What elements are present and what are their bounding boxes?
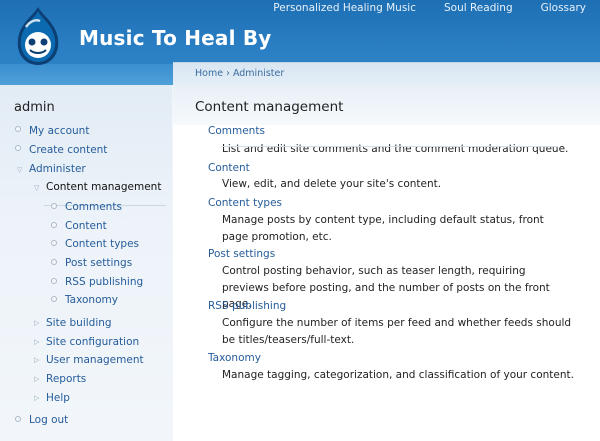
collapsed-arrow-icon: ▷ bbox=[34, 319, 40, 327]
sidebar-item-content-management[interactable]: Content management bbox=[46, 180, 161, 198]
admin-item-comments-link[interactable]: Comments bbox=[208, 125, 265, 137]
bullet-icon bbox=[15, 145, 21, 151]
sidebar-item-rss-publishing[interactable]: RSS publishing bbox=[65, 275, 143, 293]
divider bbox=[222, 146, 558, 147]
sidebar-item-administer[interactable]: Administer bbox=[29, 162, 86, 180]
sidebar-item-site-configuration[interactable]: Site configuration bbox=[46, 335, 139, 353]
bullet-icon bbox=[51, 203, 57, 209]
bullet-icon bbox=[51, 240, 57, 246]
sidebar-item-content[interactable]: Content bbox=[65, 219, 107, 237]
sidebar-item-comments[interactable]: Comments bbox=[65, 200, 122, 218]
admin-item-content-types-desc: Manage posts by content type, including … bbox=[222, 214, 544, 243]
sidebar-title: admin bbox=[14, 100, 55, 115]
primary-link-soul-reading[interactable]: Soul Reading bbox=[430, 2, 527, 18]
sidebar-item-create-content[interactable]: Create content bbox=[29, 143, 107, 161]
sidebar-item-my-account[interactable]: My account bbox=[29, 124, 89, 142]
expanded-arrow-icon: ▽ bbox=[34, 184, 40, 192]
admin-item-post-settings-link[interactable]: Post settings bbox=[208, 248, 275, 260]
bullet-icon bbox=[51, 222, 57, 228]
admin-item-taxonomy-desc: Manage tagging, categorization, and clas… bbox=[222, 369, 574, 381]
admin-item-comments-desc: List and edit site comments and the comm… bbox=[222, 143, 569, 155]
sidebar-item-content-types[interactable]: Content types bbox=[65, 237, 139, 255]
sidebar-item-help[interactable]: Help bbox=[46, 391, 70, 409]
admin-item-taxonomy-link[interactable]: Taxonomy bbox=[208, 352, 261, 364]
site-name[interactable]: Music To Heal By bbox=[79, 26, 272, 50]
bullet-icon bbox=[51, 278, 57, 284]
primary-link-personalized-healing-music[interactable]: Personalized Healing Music bbox=[259, 2, 430, 18]
bullet-icon bbox=[51, 259, 57, 265]
bullet-icon bbox=[15, 416, 21, 422]
expanded-arrow-icon: ▽ bbox=[17, 166, 23, 174]
admin-item-content-link[interactable]: Content bbox=[208, 162, 250, 174]
primary-link-glossary[interactable]: Glossary bbox=[527, 2, 600, 18]
breadcrumb-separator: › bbox=[226, 68, 230, 79]
admin-item-content-types-link[interactable]: Content types bbox=[208, 197, 282, 209]
breadcrumb-administer[interactable]: Administer bbox=[233, 68, 284, 79]
admin-item-rss-publishing-desc: Configure the number of items per feed a… bbox=[222, 317, 572, 346]
breadcrumb-bar: Home › Administer bbox=[173, 62, 600, 85]
admin-item-content-desc: View, edit, and delete your site's conte… bbox=[222, 178, 442, 190]
bullet-icon bbox=[15, 126, 21, 132]
drupal-logo-icon[interactable] bbox=[12, 5, 64, 67]
collapsed-arrow-icon: ▷ bbox=[34, 356, 40, 364]
collapsed-arrow-icon: ▷ bbox=[34, 394, 40, 402]
bullet-icon bbox=[51, 296, 57, 302]
breadcrumb-home[interactable]: Home bbox=[195, 68, 223, 79]
collapsed-arrow-icon: ▷ bbox=[34, 338, 40, 346]
sidebar-item-post-settings[interactable]: Post settings bbox=[65, 256, 132, 274]
sidebar-item-log-out[interactable]: Log out bbox=[29, 413, 68, 431]
breadcrumb: Home › Administer bbox=[195, 68, 284, 79]
sidebar-item-taxonomy[interactable]: Taxonomy bbox=[65, 293, 118, 311]
admin-item-rss-publishing-link[interactable]: RSS publishing bbox=[208, 300, 286, 312]
primary-links: Personalized Healing Music Soul Reading … bbox=[259, 2, 600, 18]
title-bar: Content management bbox=[173, 85, 600, 125]
sidebar-item-user-management[interactable]: User management bbox=[46, 353, 144, 371]
collapsed-arrow-icon: ▷ bbox=[34, 375, 40, 383]
page-title: Content management bbox=[195, 99, 344, 115]
sidebar-item-reports[interactable]: Reports bbox=[46, 372, 86, 390]
sidebar-item-site-building[interactable]: Site building bbox=[46, 316, 112, 334]
